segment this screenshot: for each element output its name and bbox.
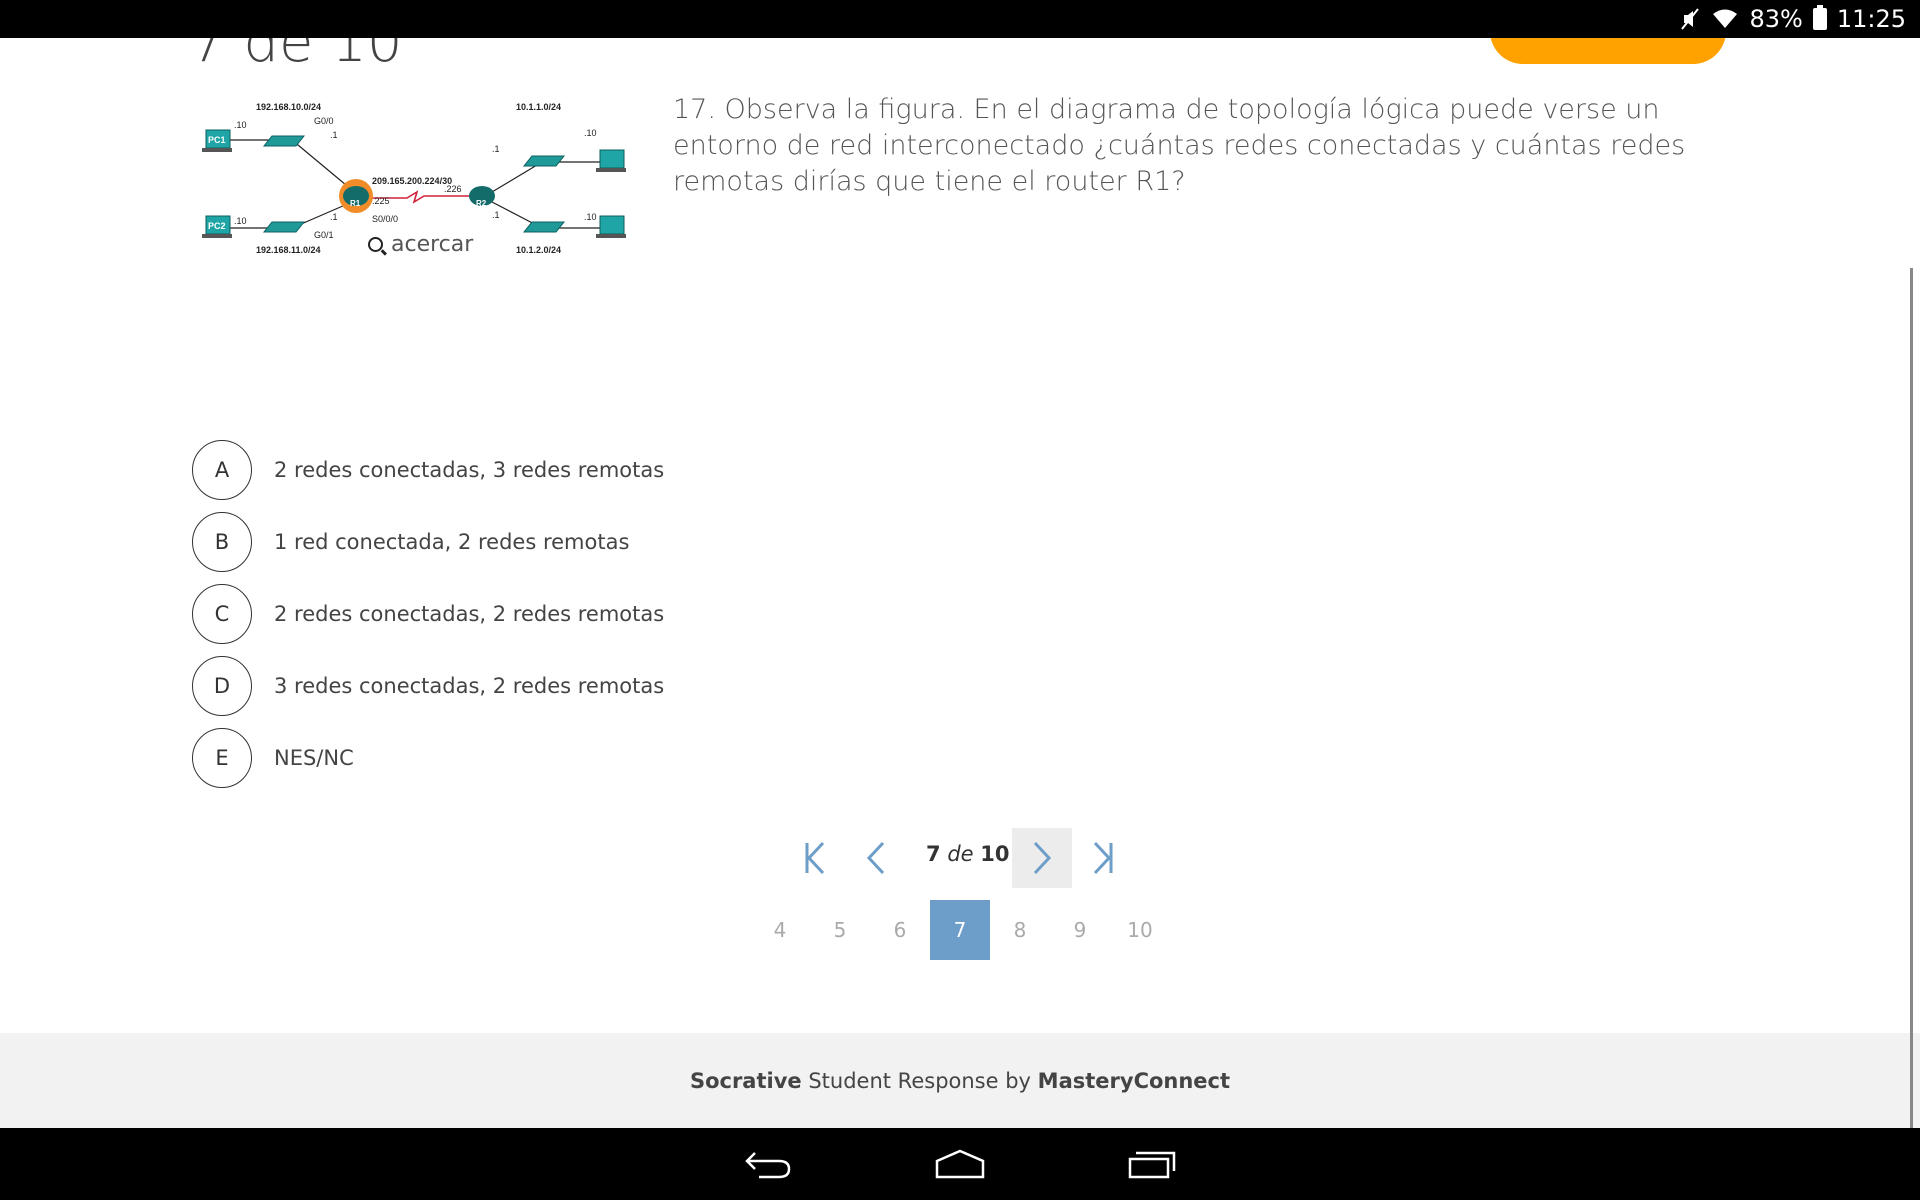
home-button[interactable] bbox=[920, 1138, 1000, 1190]
host-label: .10 bbox=[584, 212, 597, 222]
last-page-icon bbox=[1093, 841, 1113, 875]
host-label: .225 bbox=[372, 196, 390, 206]
zoom-link[interactable]: acercar bbox=[368, 232, 473, 257]
net-label: 10.1.2.0/24 bbox=[516, 245, 561, 255]
answer-option-a[interactable]: A 2 redes conectadas, 3 redes remotas bbox=[192, 434, 664, 506]
recents-icon bbox=[1128, 1151, 1176, 1179]
quiz-page: 7 de 10 PC1 PC2 R1 R2 192.168.10.0/24 19… bbox=[0, 38, 1920, 1128]
switch-icon bbox=[522, 155, 566, 167]
recents-button[interactable] bbox=[1112, 1138, 1192, 1190]
scrollbar[interactable] bbox=[1910, 268, 1913, 1128]
first-question-button[interactable] bbox=[786, 828, 846, 888]
footer-text: Student Response by bbox=[808, 1068, 1031, 1093]
clock: 11:25 bbox=[1836, 5, 1906, 33]
net-label: 192.168.11.0/24 bbox=[256, 245, 321, 255]
back-icon bbox=[745, 1152, 791, 1179]
answer-text: 3 redes conectadas, 2 redes remotas bbox=[274, 674, 665, 698]
page-number[interactable]: 10 bbox=[1110, 900, 1170, 960]
switch-icon bbox=[262, 221, 306, 233]
net-label: 10.1.1.0/24 bbox=[516, 102, 561, 112]
host-label: .1 bbox=[492, 144, 500, 154]
host-label: .10 bbox=[584, 128, 597, 138]
last-question-button[interactable] bbox=[1072, 828, 1132, 888]
pc1-icon: PC1 bbox=[202, 129, 232, 152]
host-label: .10 bbox=[234, 120, 247, 130]
r2-label: R2 bbox=[476, 199, 487, 208]
page-number[interactable]: 8 bbox=[990, 900, 1050, 960]
answer-letter: C bbox=[192, 584, 252, 644]
status-bar-right: 83% 11:25 bbox=[1679, 0, 1906, 38]
host-label: .10 bbox=[234, 216, 247, 226]
pc1-label: PC1 bbox=[208, 135, 226, 145]
chevron-left-icon bbox=[866, 841, 885, 875]
previous-question-button[interactable] bbox=[846, 828, 906, 888]
wifi-icon bbox=[1713, 9, 1738, 28]
answer-option-e[interactable]: E NES/NC bbox=[192, 722, 664, 794]
host-label: .1 bbox=[330, 130, 338, 140]
status-bar: 83% 11:25 bbox=[0, 0, 1920, 38]
answer-option-d[interactable]: D 3 redes conectadas, 2 redes remotas bbox=[192, 650, 664, 722]
navigation-bar bbox=[0, 1128, 1920, 1200]
host-label: .1 bbox=[492, 210, 500, 220]
mute-icon bbox=[1681, 8, 1700, 30]
r1-label: R1 bbox=[350, 199, 361, 208]
answer-letter: D bbox=[192, 656, 252, 716]
answer-text: 2 redes conectadas, 3 redes remotas bbox=[274, 458, 665, 482]
next-question-button[interactable] bbox=[1012, 828, 1072, 888]
router-r1-icon: R1 bbox=[339, 179, 373, 213]
link bbox=[291, 139, 353, 191]
answer-option-c[interactable]: C 2 redes conectadas, 2 redes remotas bbox=[192, 578, 664, 650]
net-label: 192.168.10.0/24 bbox=[256, 102, 321, 112]
zoom-label: acercar bbox=[391, 232, 474, 257]
iface-label: G0/1 bbox=[314, 230, 334, 240]
submit-button[interactable] bbox=[1490, 38, 1726, 64]
host-label: .226 bbox=[444, 184, 462, 194]
page-counter: 7 de 10 bbox=[926, 842, 1009, 866]
progress-title: 7 de 10 bbox=[190, 38, 403, 75]
iface-label: S0/0/0 bbox=[372, 214, 398, 224]
question-text: 17. Observa la figura. En el diagrama de… bbox=[673, 94, 1686, 197]
answer-text: 1 red conectada, 2 redes remotas bbox=[274, 530, 630, 554]
answer-list: A 2 redes conectadas, 3 redes remotas B … bbox=[192, 434, 664, 794]
search-icon bbox=[368, 237, 383, 252]
current-page: 7 bbox=[926, 842, 941, 866]
switch-icon bbox=[522, 221, 566, 233]
answer-option-b[interactable]: B 1 red conectada, 2 redes remotas bbox=[192, 506, 664, 578]
iface-label: G0/0 bbox=[314, 116, 334, 126]
answer-text: NES/NC bbox=[274, 746, 354, 770]
pc4-icon bbox=[596, 215, 626, 238]
pc3-icon bbox=[596, 149, 626, 172]
pc2-icon: PC2 bbox=[202, 215, 232, 238]
battery-icon bbox=[1812, 5, 1827, 30]
page-number[interactable]: 9 bbox=[1050, 900, 1110, 960]
page-numbers: 4 5 6 7 8 9 10 bbox=[0, 900, 1920, 960]
of-label: de bbox=[947, 842, 974, 866]
home-icon bbox=[935, 1149, 985, 1179]
battery-percent: 83% bbox=[1749, 5, 1803, 33]
answer-letter: A bbox=[192, 440, 252, 500]
router-r2-icon: R2 bbox=[469, 186, 495, 208]
page-number[interactable]: 4 bbox=[750, 900, 810, 960]
host-label: .1 bbox=[330, 212, 338, 222]
answer-letter: E bbox=[192, 728, 252, 788]
answer-text: 2 redes conectadas, 2 redes remotas bbox=[274, 602, 665, 626]
footer-brand: Socrative bbox=[689, 1068, 802, 1093]
footer: Socrative Student Response by MasteryCon… bbox=[0, 1033, 1920, 1128]
answer-letter: B bbox=[192, 512, 252, 572]
back-button[interactable] bbox=[728, 1138, 808, 1190]
pc2-label: PC2 bbox=[208, 221, 226, 231]
total-pages: 10 bbox=[980, 842, 1010, 866]
page-number[interactable]: 5 bbox=[810, 900, 870, 960]
first-page-icon bbox=[805, 841, 825, 875]
question-pager: 7 de 10 bbox=[0, 828, 1920, 888]
page-number[interactable]: 6 bbox=[870, 900, 930, 960]
wan-label: 209.165.200.224/30 bbox=[372, 176, 452, 186]
chevron-right-icon bbox=[1033, 841, 1052, 875]
footer-company: MasteryConnect bbox=[1037, 1068, 1231, 1093]
page-number-current[interactable]: 7 bbox=[930, 900, 990, 960]
